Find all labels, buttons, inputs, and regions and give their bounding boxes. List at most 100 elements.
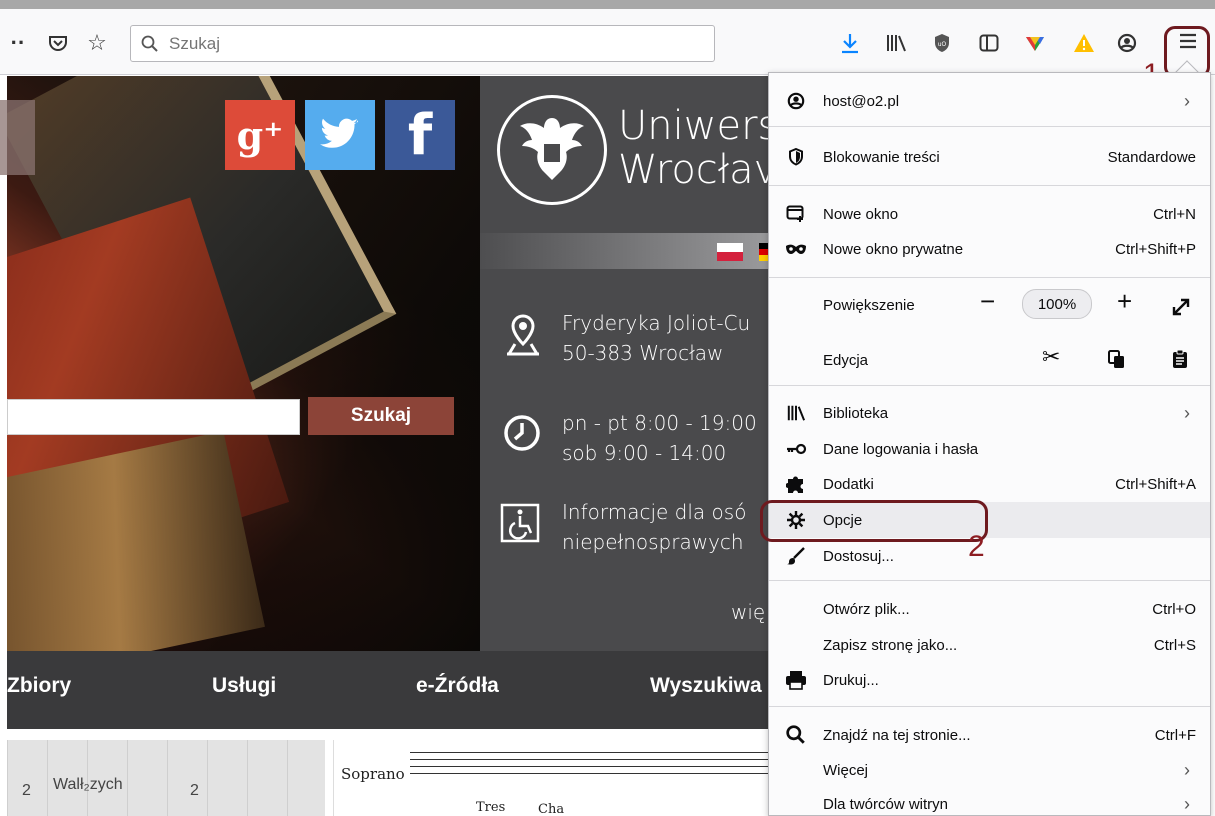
menu-item-shortcut: Ctrl+N [1153, 205, 1196, 223]
nav-item-e-zrodla[interactable]: e-Źródła [416, 674, 499, 698]
address-line: Fryderyka Joliot-Cu [562, 311, 751, 335]
menu-item-shortcut: Ctrl+Shift+A [1115, 475, 1196, 493]
menu-item-label: Zapisz stronę jako... [823, 636, 958, 654]
paste-clipboard-icon[interactable] [1172, 345, 1188, 376]
shield-icon [769, 148, 823, 166]
fullscreen-icon[interactable] [1172, 292, 1190, 323]
ublock-shield-icon[interactable]: uO [929, 31, 955, 55]
search-icon [769, 725, 823, 745]
university-name: Uniwers Wrocłav [618, 104, 778, 192]
downloads-icon[interactable] [837, 31, 863, 55]
private-mask-icon [769, 243, 823, 255]
menu-item-label: Biblioteka [823, 404, 889, 422]
bookmark-star-icon[interactable]: ☆ [82, 30, 112, 55]
menu-item-save-page[interactable]: Zapisz stronę jako... Ctrl+S [769, 630, 1210, 660]
page-actions-icon[interactable]: ·· [4, 30, 32, 55]
menu-separator [769, 126, 1210, 127]
reader-sidebar-icon[interactable] [976, 31, 1002, 55]
map-number: 2 [190, 782, 199, 799]
menu-item-label: Otwórz plik... [823, 600, 910, 618]
cut-scissors-icon[interactable]: ✂ [1042, 344, 1060, 370]
menu-separator [769, 277, 1210, 278]
nav-item-wyszukiwarki[interactable]: Wyszukiwa [650, 674, 762, 698]
university-eagle-logo-icon[interactable] [497, 95, 607, 205]
annotation-circle-options [760, 500, 988, 542]
flag-pl-icon[interactable] [717, 243, 743, 261]
nav-item-zbiory[interactable]: Zbiory [7, 674, 71, 698]
printer-icon [769, 670, 823, 690]
warning-icon[interactable] [1071, 31, 1097, 55]
menu-item-private-window[interactable]: Nowe okno prywatne Ctrl+Shift+P [769, 234, 1210, 264]
menu-separator [769, 185, 1210, 186]
annotation-step-2: 2 [968, 530, 985, 563]
menu-item-library[interactable]: Biblioteka › [769, 398, 1210, 428]
menu-item-open-file[interactable]: Otwórz plik... Ctrl+O [769, 594, 1210, 624]
library-icon[interactable] [883, 31, 909, 55]
menu-item-new-window[interactable]: Nowe okno Ctrl+N [769, 199, 1210, 229]
menu-item-more[interactable]: Więcej › [769, 755, 1210, 785]
facebook-icon[interactable]: f [385, 100, 455, 170]
copy-icon[interactable] [1108, 346, 1126, 377]
google-plus-icon[interactable]: g⁺ [225, 100, 295, 170]
university-name-line: Uniwers [618, 103, 779, 149]
menu-item-print[interactable]: Drukuj... [769, 665, 1210, 695]
menu-item-web-developer[interactable]: Dla twórców witryn › [769, 789, 1210, 816]
color-extension-icon[interactable] [1021, 31, 1049, 55]
chevron-right-icon: › [1184, 90, 1190, 111]
menu-item-content-blocking[interactable]: Blokowanie treści Standardowe [769, 140, 1210, 174]
address-line: 50-383 Wrocław [562, 341, 724, 365]
menu-separator [769, 706, 1210, 707]
menu-item-label: Edycja [823, 351, 869, 369]
music-staff [410, 752, 770, 780]
map-pin-icon [505, 314, 541, 367]
new-window-icon [769, 205, 823, 223]
overflow-dots: ·· [10, 30, 26, 55]
score-soprano-label: Soprano [341, 765, 405, 783]
window-top-strip [0, 0, 1215, 9]
map-street-label: Walł₂zych [53, 776, 123, 793]
svg-text:uO: uO [938, 41, 947, 48]
menu-item-account[interactable]: host@o2.pl › [769, 86, 1210, 116]
accessibility-icon [500, 503, 540, 552]
twitter-icon[interactable]: • [305, 100, 375, 170]
menu-item-shortcut: Ctrl+S [1153, 636, 1196, 654]
page-side-tab[interactable] [0, 100, 35, 175]
chevron-right-icon: › [1184, 793, 1190, 814]
address: Fryderyka Joliot-Cu 50-383 Wrocław [562, 308, 750, 368]
menu-item-customize[interactable]: Dostosuj... [769, 540, 1210, 572]
menu-item-label: Nowe okno [823, 205, 899, 223]
menu-item-addons[interactable]: Dodatki Ctrl+Shift+A [769, 469, 1210, 499]
menu-item-label: Dostosuj... [823, 547, 894, 565]
puzzle-piece-icon [769, 474, 823, 494]
menu-item-label: host@o2.pl [823, 92, 900, 110]
search-bar[interactable] [130, 25, 715, 62]
menu-item-shortcut: Ctrl+O [1152, 600, 1196, 618]
zoom-in-button[interactable]: + [1117, 286, 1132, 317]
key-icon [769, 443, 823, 455]
zoom-out-button[interactable]: − [980, 286, 995, 317]
google-plus-glyph: g⁺ [236, 112, 284, 158]
zoom-reset-button[interactable]: 100% [1022, 289, 1092, 319]
menu-item-find[interactable]: Znajdź na tej stronie... Ctrl+F [769, 720, 1210, 750]
menu-item-label: Powiększenie [823, 296, 915, 314]
opening-hours-line: sob 9:00 - 14:00 [562, 441, 727, 465]
nav-item-uslugi[interactable]: Usługi [212, 674, 276, 698]
paintbrush-icon [769, 546, 823, 566]
account-icon[interactable] [1114, 31, 1140, 55]
page-search-input[interactable] [7, 399, 300, 435]
chevron-right-icon: › [1184, 402, 1190, 423]
accessibility-info-link[interactable]: Informacje dla osó niepełnosprawych [562, 497, 746, 557]
pocket-icon[interactable] [43, 31, 73, 55]
accessibility-info-line: Informacje dla osó [562, 500, 747, 524]
screenshot-root: ·· ☆ uO [0, 0, 1215, 816]
menu-item-label: Blokowanie treści [823, 148, 940, 166]
browser-toolbar: ·· ☆ uO [0, 9, 1215, 75]
account-icon [769, 92, 823, 110]
university-name-line: Wrocłav [618, 147, 778, 193]
menu-item-logins[interactable]: Dane logowania i hasła [769, 434, 1210, 464]
page-search-button[interactable]: Szukaj [308, 397, 454, 435]
search-input[interactable] [169, 33, 689, 54]
menu-item-value: Standardowe [1107, 148, 1196, 166]
more-link[interactable]: wię [731, 597, 765, 627]
menu-item-label: Nowe okno prywatne [823, 240, 964, 258]
